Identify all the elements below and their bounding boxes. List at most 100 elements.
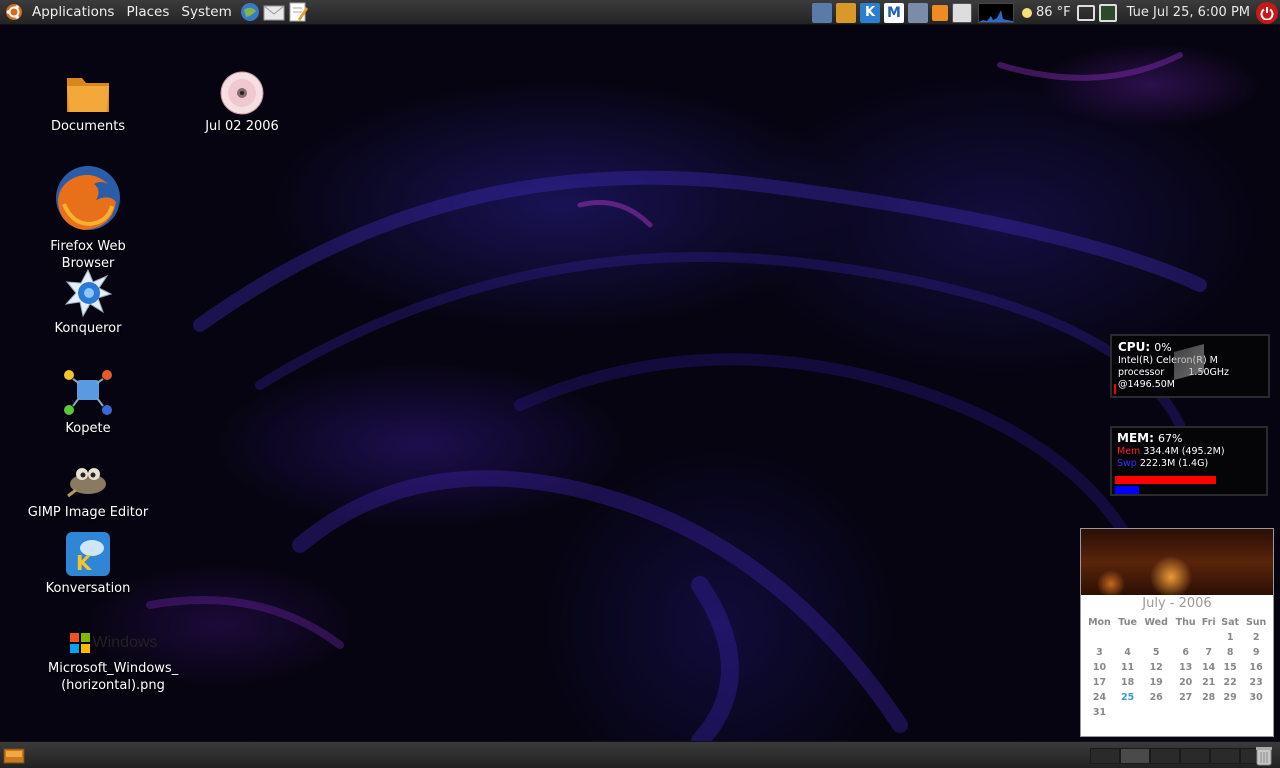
calendar-day[interactable]: 11 [1115,660,1140,675]
calendar-empty-cell [1115,705,1140,720]
calendar-day[interactable]: 9 [1242,645,1270,660]
calendar-day[interactable]: 15 [1218,660,1242,675]
show-desktop-icon[interactable] [2,745,26,765]
workspace-3[interactable] [1150,748,1180,764]
system-menu[interactable]: System [175,0,237,25]
konqueror-tray-icon[interactable]: K [860,2,880,23]
firefox-icon[interactable]: Firefox Web Browser [23,160,153,272]
file-manager-icon[interactable] [836,2,856,23]
calendar-day[interactable]: 19 [1140,675,1172,690]
firefox-logo-icon [56,166,120,230]
calendar-weekday: Fri [1201,616,1216,628]
power-icon[interactable] [1256,1,1278,24]
cpu-widget[interactable]: CPU: 0% Intel(R) Celeron(R) M processor … [1110,334,1270,398]
documents-folder-icon[interactable]: Documents [23,70,153,135]
calendar-empty-cell [1084,630,1115,645]
battery-icon[interactable] [952,2,972,23]
calendar-day[interactable]: 31 [1084,705,1115,720]
calendar-day[interactable]: 26 [1140,690,1172,705]
calendar-day[interactable]: 14 [1199,660,1218,675]
disc-icon [220,71,264,115]
swap-bar-track [1115,486,1265,494]
calendar-day[interactable]: 1 [1218,630,1242,645]
konqueror-icon[interactable]: Konqueror [23,268,153,337]
cd-disc-icon[interactable]: Jul 02 2006 [177,70,307,135]
workspace-4[interactable] [1180,748,1210,764]
mem-value: 67% [1158,432,1183,445]
konqueror-logo-icon [64,268,113,318]
calendar-day[interactable]: 27 [1172,690,1199,705]
places-menu[interactable]: Places [120,0,175,25]
calendar-day[interactable]: 20 [1172,675,1199,690]
calendar-day[interactable]: 5 [1140,645,1172,660]
calendar-weekday: Sat [1221,616,1240,628]
weather-sun-icon [1022,7,1032,18]
firefox-label: Firefox Web Browser [50,239,126,271]
calendar-day[interactable]: 24 [1084,690,1115,705]
calendar-day[interactable]: 4 [1115,645,1140,660]
documents-label: Documents [50,119,126,134]
calendar-day[interactable]: 25 [1115,690,1140,705]
cpu-title: CPU: [1118,340,1151,354]
mem-usage-bar [1115,476,1216,484]
workspace-5[interactable] [1210,748,1240,764]
calendar-day[interactable]: 29 [1218,690,1242,705]
clock[interactable]: Tue Jul 25, 6:00 PM [1123,5,1254,20]
workspace-1[interactable] [1090,748,1120,764]
swap-label: Swp [1117,458,1137,469]
web-browser-icon[interactable] [239,1,261,23]
update-icon[interactable] [932,4,948,21]
calendar-week-row: 3456789 [1084,645,1270,660]
svg-text:K: K [76,551,93,575]
network-icon[interactable] [812,2,832,23]
calendar-day[interactable]: 21 [1199,675,1218,690]
calendar-day[interactable]: 3 [1084,645,1115,660]
calendar-day[interactable]: 12 [1140,660,1172,675]
konversation-label: Konversation [45,581,131,596]
calendar-day[interactable]: 18 [1115,675,1140,690]
mem-bar-track [1115,476,1265,484]
kopete-label: Kopete [65,421,111,436]
swap-usage-value: 222.3M (1.4G) [1139,458,1209,469]
workspace-switch-icon[interactable] [1076,4,1095,21]
kopete-icon[interactable]: Kopete [23,368,153,437]
calendar-day[interactable]: 16 [1242,660,1270,675]
calendar-day[interactable]: 13 [1172,660,1199,675]
calendar-empty-cell [1172,630,1199,645]
calendar-month-title[interactable]: July - 2006 [1081,596,1273,611]
applications-menu[interactable]: Applications [26,0,120,25]
gimp-icon[interactable]: GIMP Image Editor [23,452,153,521]
text-editor-icon[interactable] [287,1,309,23]
weather-temperature[interactable]: 86 °F [1032,5,1075,20]
top-panel: Applications Places System K M 86 °F Tue… [0,0,1280,25]
calendar-empty-cell [1199,705,1218,720]
calendar-empty-cell [1172,705,1199,720]
calendar-day[interactable]: 28 [1199,690,1218,705]
calendar-widget[interactable]: July - 2006 Mon Tue Wed Thu Fri Sat Sun 123456… [1080,528,1274,737]
calendar-photo [1081,529,1273,595]
calendar-day[interactable]: 22 [1218,675,1242,690]
workspace-2[interactable] [1120,748,1150,764]
calendar-day[interactable]: 8 [1218,645,1242,660]
network-manager-icon[interactable] [1098,3,1117,22]
puzzle-icon[interactable] [908,2,928,23]
konversation-icon[interactable]: K Konversation [23,530,153,597]
gmail-icon[interactable]: M [884,2,904,23]
kopete-logo-icon [64,370,112,415]
ubuntu-logo-icon[interactable] [2,0,26,24]
calendar-day[interactable]: 2 [1242,630,1270,645]
calendar-day[interactable]: 17 [1084,675,1115,690]
trash-icon[interactable] [1254,744,1274,766]
system-monitor-graph[interactable] [978,2,1014,23]
windows-png-icon[interactable]: Windows Microsoft_Windows_ (horizontal).… [48,628,178,694]
memory-widget[interactable]: MEM: 67% Mem 334.4M (495.2M) Swp 222.3M … [1110,426,1268,496]
calendar-day[interactable]: 7 [1199,645,1218,660]
calendar-day[interactable]: 30 [1242,690,1270,705]
calendar-grid: Mon Tue Wed Thu Fri Sat Sun 1 2 3 4 5 6 7 8 9 10 11 12 13 1… [1084,614,1270,720]
mail-icon[interactable] [263,1,285,23]
calendar-day[interactable]: 10 [1084,660,1115,675]
calendar-day[interactable]: 23 [1242,675,1270,690]
cd-disc-label: Jul 02 2006 [205,119,279,134]
calendar-day[interactable]: 6 [1172,645,1199,660]
bottom-panel [0,741,1280,768]
